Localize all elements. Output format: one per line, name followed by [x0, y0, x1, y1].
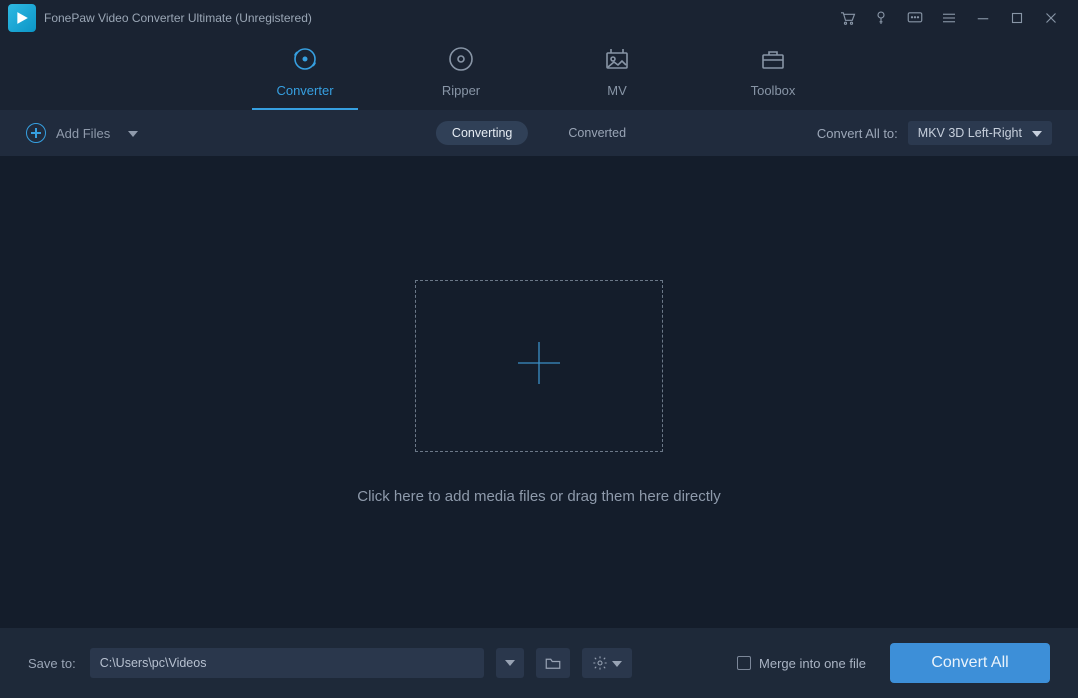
open-folder-button[interactable] — [536, 648, 570, 678]
tab-label: Ripper — [442, 83, 480, 98]
cart-icon[interactable] — [830, 1, 864, 35]
drop-hint: Click here to add media files or drag th… — [357, 488, 721, 505]
save-path-field[interactable]: C:\Users\pc\Videos — [90, 648, 484, 678]
chevron-down-icon — [612, 654, 622, 672]
add-files-button[interactable]: Add Files — [26, 123, 138, 143]
tab-converting[interactable]: Converting — [436, 121, 528, 145]
tab-label: MV — [607, 83, 627, 98]
converter-icon — [291, 45, 319, 73]
app-logo — [8, 4, 36, 32]
convert-all-label: Convert All — [931, 654, 1008, 672]
checkbox-icon — [737, 656, 751, 670]
settings-button[interactable] — [582, 648, 632, 678]
close-icon[interactable] — [1034, 1, 1068, 35]
maximize-icon[interactable] — [1000, 1, 1034, 35]
add-files-label: Add Files — [56, 126, 110, 141]
format-selected-value: MKV 3D Left-Right — [918, 126, 1022, 140]
menu-icon[interactable] — [932, 1, 966, 35]
tab-converted[interactable]: Converted — [552, 121, 642, 145]
chevron-down-icon — [1032, 126, 1042, 140]
drop-zone[interactable] — [415, 280, 663, 452]
tab-label: Toolbox — [751, 83, 796, 98]
mv-icon — [603, 45, 631, 73]
chevron-down-icon[interactable] — [128, 124, 138, 142]
app-title: FonePaw Video Converter Ultimate (Unregi… — [44, 11, 312, 25]
conversion-status-tabs: Converting Converted — [436, 121, 642, 145]
plus-circle-icon — [26, 123, 46, 143]
key-icon[interactable] — [864, 1, 898, 35]
tab-label: Converter — [276, 83, 333, 98]
bottombar: Save to: C:\Users\pc\Videos Merge into o… — [0, 628, 1078, 698]
tab-ripper[interactable]: Ripper — [408, 45, 514, 110]
main-area: Click here to add media files or drag th… — [0, 156, 1078, 628]
titlebar: FonePaw Video Converter Ultimate (Unregi… — [0, 0, 1078, 36]
toolbox-icon — [759, 45, 787, 73]
plus-icon — [514, 338, 564, 393]
tab-mv[interactable]: MV — [564, 45, 670, 110]
merge-label: Merge into one file — [759, 656, 866, 671]
subbar: Add Files Converting Converted Convert A… — [0, 110, 1078, 156]
feedback-icon[interactable] — [898, 1, 932, 35]
convert-all-to-label: Convert All to: — [817, 126, 898, 141]
format-select[interactable]: MKV 3D Left-Right — [908, 121, 1052, 145]
path-dropdown-button[interactable] — [496, 648, 524, 678]
minimize-icon[interactable] — [966, 1, 1000, 35]
ripper-icon — [447, 45, 475, 73]
save-path-value: C:\Users\pc\Videos — [100, 656, 207, 670]
tab-toolbox[interactable]: Toolbox — [720, 45, 826, 110]
main-tabs: Converter Ripper MV Toolbox — [0, 36, 1078, 110]
gear-icon — [592, 655, 608, 671]
tab-converter[interactable]: Converter — [252, 45, 358, 110]
merge-checkbox[interactable]: Merge into one file — [737, 656, 866, 671]
save-to-label: Save to: — [28, 656, 76, 671]
convert-all-button[interactable]: Convert All — [890, 643, 1050, 683]
